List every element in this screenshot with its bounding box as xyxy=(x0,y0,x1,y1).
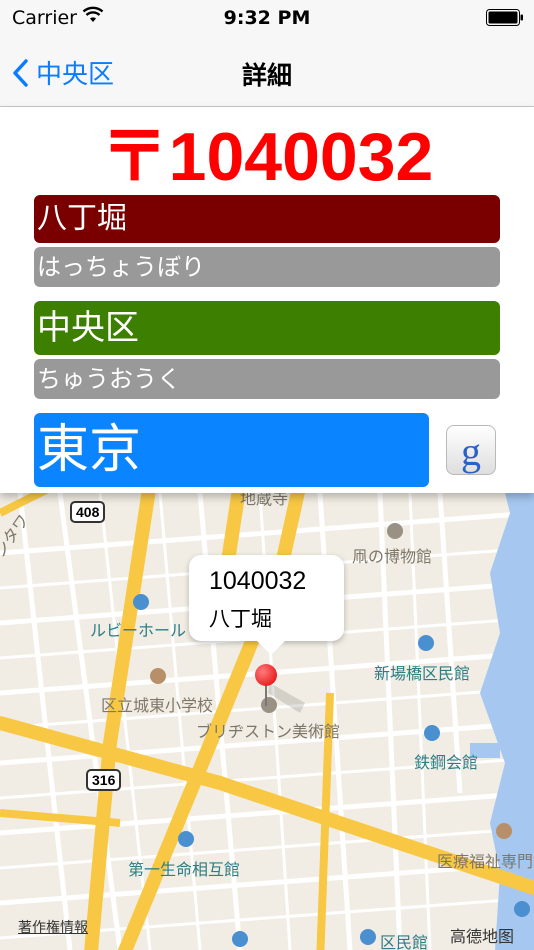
bottom-poi-icon xyxy=(232,931,248,947)
map-label-kuminkan: 区民館 xyxy=(380,933,429,950)
ward-name: 中央区 xyxy=(34,301,500,355)
route-shield-408: 408 xyxy=(70,501,106,523)
kuminkan-poi-icon xyxy=(360,929,376,945)
map-label-shinbashi: 新場橋区民館 xyxy=(374,664,471,683)
copyright-link[interactable]: 著作権情報 xyxy=(18,917,88,937)
battery-icon xyxy=(486,9,524,26)
map-label-tekko: 鉄鋼会館 xyxy=(414,753,479,772)
status-bar: Carrier 9:32 PM xyxy=(0,0,534,40)
map-label-jizo: 地蔵寺 xyxy=(240,493,289,508)
art-museum-poi-icon xyxy=(261,697,277,713)
map-pin-icon[interactable] xyxy=(255,664,277,686)
address-detail-panel: 〒1040032 八丁堀 はっちょうぼり 中央区 ちゅうおうく 東京 g xyxy=(0,107,534,493)
edge-poi-icon xyxy=(514,901,530,917)
ward-kana: ちゅうおうく xyxy=(34,359,500,399)
hall-poi-icon xyxy=(133,594,149,610)
map-provider-logo: 高德地图 xyxy=(450,927,515,946)
map-callout[interactable]: 1040032 八丁堀 xyxy=(189,555,344,655)
map-label-school: 区立城東小学校 xyxy=(101,696,214,715)
town-kana: はっちょうぼり xyxy=(34,247,500,287)
navigation-bar: 中央区 詳細 xyxy=(0,40,534,107)
map-pin-stick xyxy=(265,684,267,706)
map-label-ruby-hall: ルビーホール xyxy=(90,621,187,640)
postal-code: 〒1040032 xyxy=(100,119,434,195)
callout-postal-code: 1040032 xyxy=(209,567,307,595)
map-view[interactable]: 408 316 地蔵寺 ンタワ 凧の博物館 ルビーホール 新場橋区民館 区立城東… xyxy=(0,493,534,950)
page-title: 詳細 xyxy=(241,61,292,90)
google-search-button[interactable]: g xyxy=(446,425,496,475)
museum-poi-icon xyxy=(387,523,403,539)
route-shield-316: 316 xyxy=(86,769,122,791)
clock: 9:32 PM xyxy=(223,7,311,29)
medical-school-poi-icon xyxy=(496,823,512,839)
map-label-kite-museum: 凧の博物館 xyxy=(352,547,433,566)
school-poi-icon xyxy=(150,668,166,684)
map-label-iryo: 医療福祉専門 xyxy=(437,852,534,871)
map-label-daiichi: 第一生命相互館 xyxy=(128,860,241,879)
tekko-poi-icon xyxy=(424,725,440,741)
callout-town: 八丁堀 xyxy=(209,607,272,631)
map-label-bridgestone: ブリヂストン美術館 xyxy=(196,722,341,741)
google-icon: g xyxy=(461,429,481,474)
daiichi-poi-icon xyxy=(178,831,194,847)
community-center-poi-icon xyxy=(418,635,434,651)
prefecture-name: 東京 xyxy=(34,413,429,487)
town-name: 八丁堀 xyxy=(34,195,500,243)
